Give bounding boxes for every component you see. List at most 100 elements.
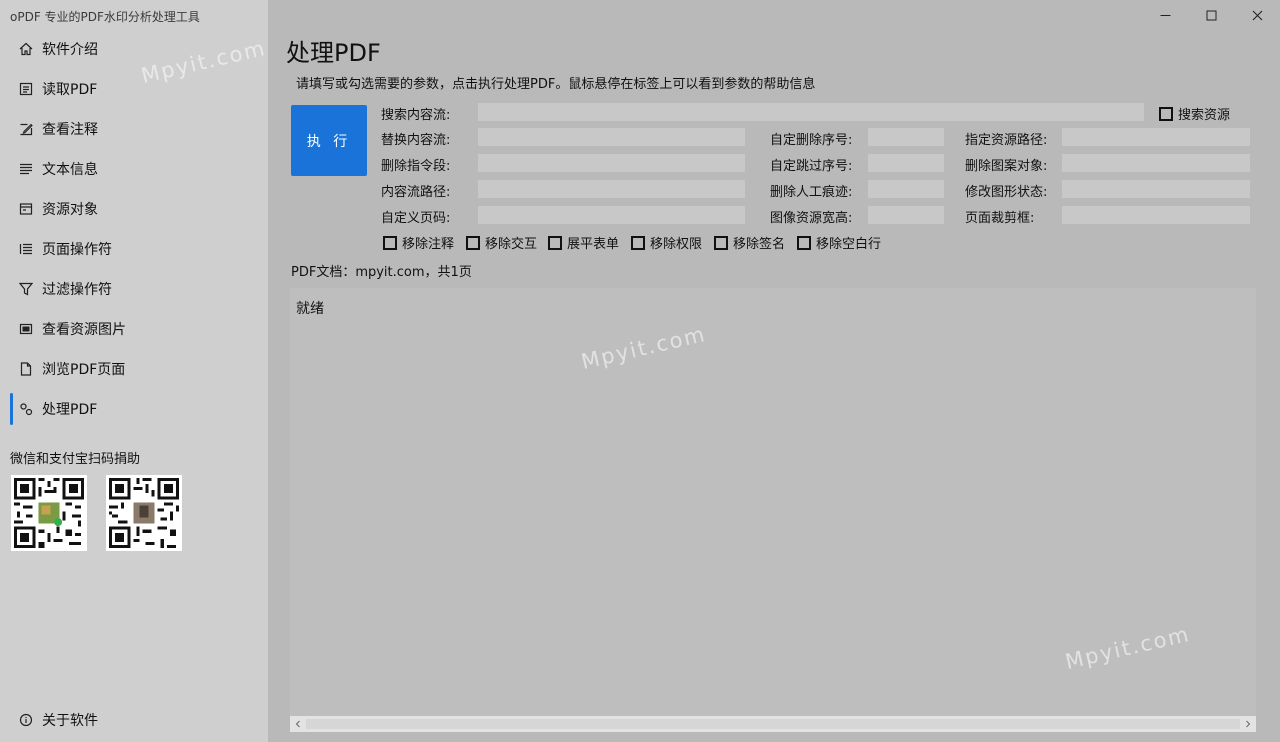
resource-path-input[interactable]	[1062, 128, 1250, 146]
chevron-right-icon	[1246, 720, 1251, 728]
replace-stream-input[interactable]	[478, 128, 745, 146]
sidebar-item-resource-images[interactable]: 查看资源图片	[10, 311, 260, 347]
checkbox-label: 移除签名	[733, 237, 786, 252]
checkbox-box[interactable]	[466, 235, 480, 250]
checkbox-label: 搜索资源	[1178, 108, 1231, 123]
info-icon	[18, 712, 34, 728]
sidebar-item-label: 软件介绍	[42, 42, 98, 58]
text-lines-icon	[18, 161, 34, 177]
wechat-qr-code	[11, 475, 87, 551]
custom-delete-index-input[interactable]	[868, 128, 944, 146]
custom-page-input[interactable]	[478, 206, 745, 224]
donate-label: 微信和支付宝扫码捐助	[10, 452, 141, 467]
process-icon	[18, 401, 34, 417]
output-status: 就绪	[296, 301, 324, 317]
replace-stream-label[interactable]: 替换内容流:	[381, 129, 450, 148]
page-icon	[18, 361, 34, 377]
scroll-right-button[interactable]	[1240, 716, 1256, 732]
sidebar-item-intro[interactable]: 软件介绍	[10, 31, 260, 67]
scroll-left-button[interactable]	[290, 716, 306, 732]
sidebar-item-resources[interactable]: 资源对象	[10, 191, 260, 227]
document-info: PDF文档：mpyit.com，共1页	[291, 265, 472, 280]
resource-path-label[interactable]: 指定资源路径:	[965, 129, 1047, 148]
sidebar-item-label: 浏览PDF页面	[42, 362, 126, 378]
home-icon	[18, 41, 34, 57]
maximize-icon	[1206, 10, 1216, 20]
image-icon	[18, 321, 34, 337]
sidebar-item-filter-operators[interactable]: 过滤操作符	[10, 271, 260, 307]
close-button[interactable]	[1234, 0, 1280, 30]
image-size-input[interactable]	[868, 206, 944, 224]
instruction-text: 请填写或勾选需要的参数，点击执行处理PDF。鼠标悬停在标签上可以看到参数的帮助信…	[296, 77, 816, 92]
close-icon	[1252, 10, 1262, 20]
annotation-icon	[18, 121, 34, 137]
checkbox-label: 移除空白行	[816, 237, 882, 252]
sidebar-item-process-pdf[interactable]: 处理PDF	[10, 391, 260, 427]
remove-annotations-checkbox[interactable]: 移除注释	[383, 233, 454, 252]
delete-artifact-input[interactable]	[868, 180, 944, 198]
delete-artifact-label[interactable]: 删除人工痕迹:	[770, 181, 852, 200]
sidebar-item-text-info[interactable]: 文本信息	[10, 151, 260, 187]
crop-box-input[interactable]	[1062, 206, 1250, 224]
sidebar-item-label: 处理PDF	[42, 402, 98, 418]
alipay-qr-code	[106, 475, 182, 551]
minimize-button[interactable]	[1142, 0, 1188, 30]
maximize-button[interactable]	[1188, 0, 1234, 30]
read-pdf-icon	[18, 81, 34, 97]
custom-skip-index-input[interactable]	[868, 154, 944, 172]
flatten-forms-checkbox[interactable]: 展平表单	[548, 233, 619, 252]
sidebar-item-label: 过滤操作符	[42, 282, 112, 298]
remove-signature-checkbox[interactable]: 移除签名	[714, 233, 785, 252]
custom-skip-index-label[interactable]: 自定跳过序号:	[770, 155, 852, 174]
checkbox-box[interactable]	[714, 235, 728, 250]
search-resource-checkbox[interactable]: 搜索资源	[1159, 104, 1230, 123]
custom-delete-index-label[interactable]: 自定删除序号:	[770, 129, 852, 148]
execute-button[interactable]: 执 行	[291, 105, 367, 176]
checkbox-box[interactable]	[383, 235, 397, 250]
custom-page-label[interactable]: 自定义页码:	[381, 207, 450, 226]
sidebar-item-label: 查看注释	[42, 122, 98, 138]
sidebar-item-annotations[interactable]: 查看注释	[10, 111, 260, 147]
sidebar-item-read-pdf[interactable]: 读取PDF	[10, 71, 260, 107]
graphics-state-label[interactable]: 修改图形状态:	[965, 181, 1047, 200]
remove-permissions-checkbox[interactable]: 移除权限	[631, 233, 702, 252]
sidebar-item-label: 读取PDF	[42, 82, 98, 98]
sidebar-item-about[interactable]: 关于软件	[10, 702, 260, 738]
sidebar-item-label: 关于软件	[42, 713, 98, 729]
chevron-left-icon	[295, 720, 300, 728]
checkbox-label: 展平表单	[567, 237, 620, 252]
search-stream-label[interactable]: 搜索内容流:	[381, 104, 450, 123]
checkbox-label: 移除交互	[485, 237, 538, 252]
horizontal-scrollbar[interactable]	[290, 716, 1256, 732]
checkbox-label: 移除权限	[650, 237, 703, 252]
crop-box-label[interactable]: 页面裁剪框:	[965, 207, 1034, 226]
checkbox-box[interactable]	[797, 235, 811, 250]
delete-pattern-input[interactable]	[1062, 154, 1250, 172]
checkbox-box[interactable]	[631, 235, 645, 250]
remove-blank-lines-checkbox[interactable]: 移除空白行	[797, 233, 881, 252]
sidebar-item-browse-pages[interactable]: 浏览PDF页面	[10, 351, 260, 387]
search-stream-input[interactable]	[478, 103, 1144, 121]
filter-icon	[18, 281, 34, 297]
sidebar: oPDF 专业的PDF水印分析处理工具 软件介绍 读取PDF 查看注释 文本信息…	[0, 0, 268, 742]
scroll-track[interactable]	[306, 719, 1240, 729]
stream-path-label[interactable]: 内容流路径:	[381, 181, 450, 200]
delete-command-label[interactable]: 删除指令段:	[381, 155, 450, 174]
checkbox-box[interactable]	[1159, 106, 1173, 121]
app-title: oPDF 专业的PDF水印分析处理工具	[10, 10, 200, 24]
page-title: 处理PDF	[286, 39, 381, 67]
resource-icon	[18, 201, 34, 217]
image-size-label[interactable]: 图像资源宽高:	[770, 207, 852, 226]
checkbox-label: 移除注释	[402, 237, 455, 252]
minimize-icon	[1160, 14, 1170, 16]
stream-path-input[interactable]	[478, 180, 745, 198]
graphics-state-input[interactable]	[1062, 180, 1250, 198]
sidebar-item-label: 查看资源图片	[42, 322, 126, 338]
checkbox-box[interactable]	[548, 235, 562, 250]
delete-pattern-label[interactable]: 删除图案对象:	[965, 155, 1047, 174]
output-panel[interactable]: 就绪	[290, 288, 1256, 732]
sidebar-item-page-operators[interactable]: 页面操作符	[10, 231, 260, 267]
sidebar-item-label: 页面操作符	[42, 242, 112, 258]
remove-interaction-checkbox[interactable]: 移除交互	[466, 233, 537, 252]
delete-command-input[interactable]	[478, 154, 745, 172]
